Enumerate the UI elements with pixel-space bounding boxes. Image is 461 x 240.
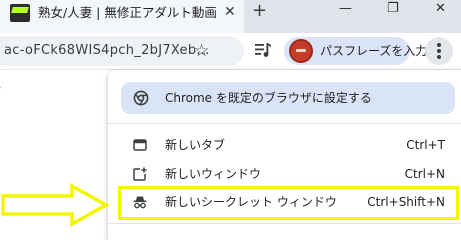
active-tab[interactable]: 熟女/人妻 | 無修正アダルト動画 ✕ xyxy=(0,0,244,33)
url-text[interactable]: ac-oFCk68WIS4pch_2bJ7Xeb... xyxy=(4,36,210,66)
new-tab-button[interactable]: + xyxy=(252,0,267,22)
minimize-icon[interactable]: — xyxy=(339,1,352,17)
menu-separator xyxy=(108,123,461,124)
site-favicon-icon xyxy=(10,4,30,22)
window-close-icon[interactable]: ✕ xyxy=(435,1,446,17)
passphrase-label: パスフレーズを入力 xyxy=(320,44,428,58)
restore-icon[interactable]: ❐ xyxy=(387,1,399,17)
enter-passphrase-button[interactable]: パスフレーズを入力 xyxy=(284,37,427,65)
menu-item-label: 新しいタブ xyxy=(165,138,226,152)
set-default-browser-label: Chrome を既定のブラウザに設定する xyxy=(165,91,372,105)
new-window-icon xyxy=(133,167,147,181)
tab-strip: 熟女/人妻 | 無修正アダルト動画 ✕ + — ❐ ✕ xyxy=(0,0,461,33)
menu-dot-icon xyxy=(437,49,441,53)
toolbar: ac-oFCk68WIS4pch_2bJ7Xeb... ☆ パスフレーズを入力 xyxy=(0,33,461,69)
tab-close-icon[interactable]: ✕ xyxy=(224,2,236,22)
annotation-arrow-icon xyxy=(1,183,110,227)
highlight-box xyxy=(118,186,459,220)
chrome-menu-button[interactable] xyxy=(425,37,453,65)
new-tab-icon xyxy=(133,139,147,151)
address-bar[interactable]: ac-oFCk68WIS4pch_2bJ7Xeb... ☆ xyxy=(0,36,244,66)
menu-separator xyxy=(108,223,461,224)
menu-item-new-tab[interactable]: 新しいタブ Ctrl+T xyxy=(108,131,461,159)
reading-list-icon[interactable] xyxy=(254,41,272,59)
tab-title: 熟女/人妻 | 無修正アダルト動画 xyxy=(38,5,217,20)
menu-item-shortcut: Ctrl+T xyxy=(406,138,445,152)
menu-item-new-window[interactable]: 新しいウィンドウ Ctrl+N xyxy=(108,160,461,188)
menu-item-shortcut: Ctrl+N xyxy=(404,167,445,181)
menu-dot-icon xyxy=(437,43,441,47)
chrome-icon xyxy=(133,90,149,106)
page-chevron-icon: › xyxy=(0,80,2,96)
profile-avatar[interactable] xyxy=(289,39,313,63)
set-default-browser-button[interactable]: Chrome を既定のブラウザに設定する xyxy=(121,82,455,114)
menu-item-label: 新しいウィンドウ xyxy=(165,167,262,181)
bookmark-star-icon[interactable]: ☆ xyxy=(194,38,209,64)
menu-dot-icon xyxy=(437,55,441,59)
